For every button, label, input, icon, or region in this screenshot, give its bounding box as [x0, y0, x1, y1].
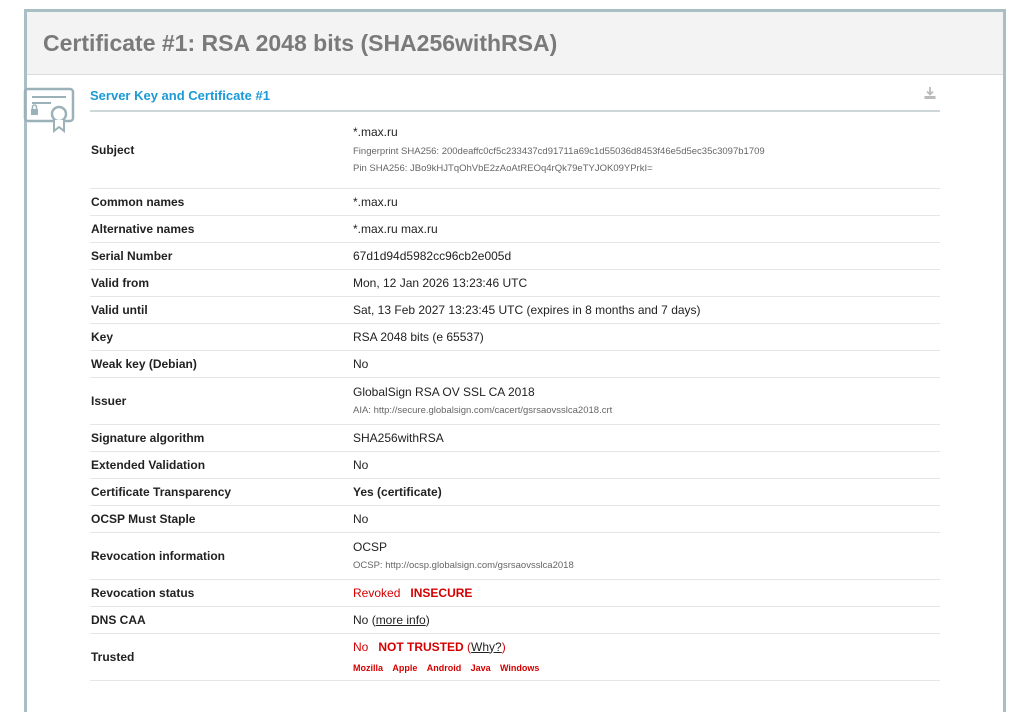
row-value-valid-from: Mon, 12 Jan 2026 13:23:46 UTC: [352, 269, 940, 297]
revocation-info-value: OCSP: [353, 540, 388, 554]
row-label-dns-caa: DNS CAA: [90, 606, 352, 634]
more-info-link[interactable]: more info: [376, 613, 426, 627]
table-row: Valid from Mon, 12 Jan 2026 13:23:46 UTC: [90, 269, 940, 297]
store-apple: Apple: [392, 662, 418, 673]
row-label-issuer: Issuer: [90, 377, 352, 425]
table-row: Alternative names *.max.ru max.ru: [90, 215, 940, 243]
row-label-sig-alg: Signature algorithm: [90, 424, 352, 452]
table-row: Valid until Sat, 13 Feb 2027 13:23:45 UT…: [90, 296, 940, 324]
table-row: Certificate Transparency Yes (certificat…: [90, 478, 940, 506]
table-row: DNS CAA No (more info): [90, 606, 940, 634]
row-label-subject: Subject: [90, 112, 352, 189]
row-value-common-names: *.max.ru: [352, 188, 940, 216]
row-label-alt-names: Alternative names: [90, 215, 352, 243]
certificate-table: Subject *.max.ru Fingerprint SHA256: 200…: [90, 112, 940, 681]
table-row: Serial Number 67d1d94d5982cc96cb2e005d: [90, 242, 940, 270]
table-row: Signature algorithm SHA256withRSA: [90, 424, 940, 452]
row-label-ev: Extended Validation: [90, 451, 352, 479]
issuer-aia: AIA: http://secure.globalsign.com/cacert…: [353, 405, 613, 416]
row-label-ct: Certificate Transparency: [90, 478, 352, 506]
row-value-alt-names: *.max.ru max.ru: [352, 215, 940, 243]
section-header: Server Key and Certificate #1: [90, 86, 940, 112]
table-row: Weak key (Debian) No: [90, 350, 940, 378]
table-row: OCSP Must Staple No: [90, 505, 940, 533]
dns-caa-value: No: [353, 612, 369, 627]
table-row: Extended Validation No: [90, 451, 940, 479]
row-value-dns-caa: No (more info): [352, 606, 940, 634]
table-row: Subject *.max.ru Fingerprint SHA256: 200…: [90, 112, 940, 189]
row-value-weak-key: No: [352, 350, 940, 378]
section-title: Server Key and Certificate #1: [90, 88, 270, 103]
page-title: Certificate #1: RSA 2048 bits (SHA256wit…: [43, 29, 558, 56]
table-row: Trusted No NOT TRUSTED (Why?) Mozilla Ap…: [90, 633, 940, 681]
not-trusted-flag: NOT TRUSTED: [378, 639, 464, 654]
row-label-key: Key: [90, 323, 352, 351]
trust-stores: Mozilla Apple Android Java Windows: [353, 660, 939, 674]
trusted-value: No: [353, 639, 369, 654]
table-row: Issuer GlobalSign RSA OV SSL CA 2018 AIA…: [90, 377, 940, 425]
row-value-subject: *.max.ru Fingerprint SHA256: 200deaffc0c…: [352, 112, 940, 189]
store-windows: Windows: [499, 662, 540, 673]
row-value-revocation-info: OCSP OCSP: http://ocsp.globalsign.com/gs…: [352, 532, 940, 580]
revocation-status-value: Revoked: [353, 585, 401, 600]
store-android: Android: [426, 662, 462, 673]
row-value-sig-alg: SHA256withRSA: [352, 424, 940, 452]
row-label-serial: Serial Number: [90, 242, 352, 270]
table-row: Revocation information OCSP OCSP: http:/…: [90, 532, 940, 580]
row-label-revocation-status: Revocation status: [90, 579, 352, 607]
dns-caa-paren-close: ): [425, 612, 430, 627]
insecure-flag: INSECURE: [410, 585, 473, 600]
row-label-common-names: Common names: [90, 188, 352, 216]
row-value-valid-until: Sat, 13 Feb 2027 13:23:45 UTC (expires i…: [352, 296, 940, 324]
row-value-revocation-status: Revoked INSECURE: [352, 579, 940, 607]
row-value-serial: 67d1d94d5982cc96cb2e005d: [352, 242, 940, 270]
issuer-value: GlobalSign RSA OV SSL CA 2018: [353, 385, 535, 399]
why-link[interactable]: Why?: [471, 640, 502, 654]
download-icon[interactable]: [923, 86, 937, 100]
table-row: Revocation status Revoked INSECURE: [90, 579, 940, 607]
row-label-valid-from: Valid from: [90, 269, 352, 297]
row-value-issuer: GlobalSign RSA OV SSL CA 2018 AIA: http:…: [352, 377, 940, 425]
row-label-valid-until: Valid until: [90, 296, 352, 324]
fingerprint-sha256: Fingerprint SHA256: 200deaffc0cf5c233437…: [353, 146, 765, 158]
row-value-key: RSA 2048 bits (e 65537): [352, 323, 940, 351]
row-value-trusted: No NOT TRUSTED (Why?) Mozilla Apple Andr…: [352, 633, 940, 681]
store-mozilla: Mozilla: [353, 662, 384, 673]
row-label-trusted: Trusted: [90, 633, 352, 681]
ocsp-url: OCSP: http://ocsp.globalsign.com/gsrsaov…: [353, 560, 574, 571]
why-paren-close: ): [501, 639, 506, 654]
pin-sha256: Pin SHA256: JBo9kHJTqOhVbE2zAoAtREOq4rQk…: [353, 163, 653, 175]
row-value-ct: Yes (certificate): [352, 478, 940, 506]
row-label-weak-key: Weak key (Debian): [90, 350, 352, 378]
table-row: Common names *.max.ru: [90, 188, 940, 216]
store-java: Java: [470, 662, 491, 673]
row-value-ev: No: [352, 451, 940, 479]
panel-header: Certificate #1: RSA 2048 bits (SHA256wit…: [27, 12, 1003, 75]
certificate-icon: [23, 87, 75, 133]
subject-value: *.max.ru: [353, 125, 398, 140]
row-label-ocsp-staple: OCSP Must Staple: [90, 505, 352, 533]
row-label-revocation-info: Revocation information: [90, 532, 352, 580]
row-value-ocsp-staple: No: [352, 505, 940, 533]
table-row: Key RSA 2048 bits (e 65537): [90, 323, 940, 351]
